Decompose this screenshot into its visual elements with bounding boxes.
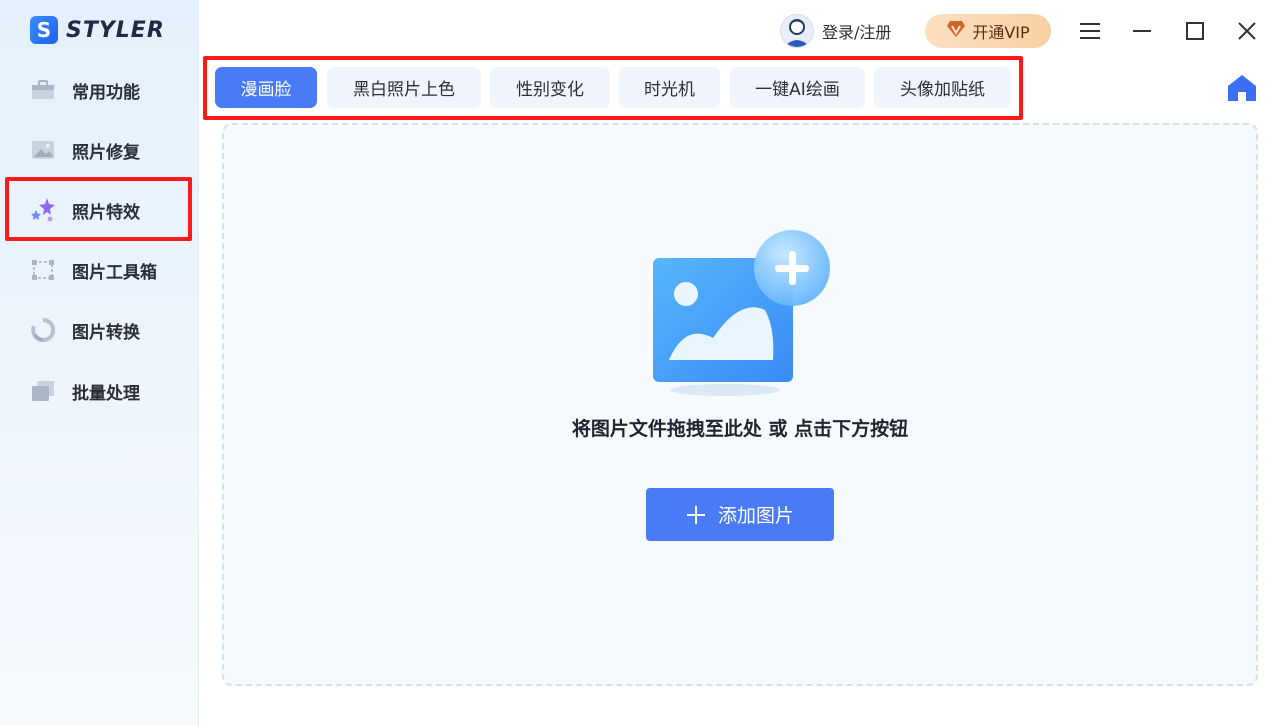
- app-logo: S STYLER: [30, 15, 165, 45]
- image-drop-zone[interactable]: [222, 123, 1258, 686]
- sidebar-item-label: 批量处理: [72, 383, 140, 404]
- maximize-icon: [1186, 22, 1204, 40]
- photo-repair-icon: [30, 138, 56, 162]
- plus-icon: [686, 505, 705, 524]
- drop-hint-text: 将图片文件拖拽至此处 或 点击下方按钮: [571, 418, 909, 440]
- hamburger-menu-icon: [1080, 23, 1100, 39]
- sidebar-item-photo-repair[interactable]: 照片修复: [30, 130, 190, 170]
- tab-cartoon-face[interactable]: 漫画脸: [215, 67, 317, 108]
- tab-avatar-sticker[interactable]: 头像加贴纸: [874, 67, 1011, 108]
- sidebar-item-image-toolbox[interactable]: 图片工具箱: [30, 250, 190, 290]
- toolbox-icon: [30, 78, 56, 102]
- minimize-button[interactable]: [1127, 16, 1157, 46]
- add-image-button[interactable]: 添加图片: [646, 488, 834, 541]
- vip-button[interactable]: 开通VIP: [925, 14, 1051, 48]
- tab-time-machine[interactable]: 时光机: [619, 67, 720, 108]
- tab-colorize-bw[interactable]: 黑白照片上色: [327, 67, 481, 108]
- vip-label: 开通VIP: [972, 23, 1030, 42]
- convert-circle-icon: [30, 318, 56, 342]
- active-item-highlight: [5, 177, 192, 241]
- sidebar-item-common[interactable]: 常用功能: [30, 70, 190, 110]
- logo-badge-icon: S: [30, 16, 58, 44]
- add-image-label: 添加图片: [717, 505, 794, 527]
- maximize-button[interactable]: [1180, 16, 1210, 46]
- tab-ai-painting[interactable]: 一键AI绘画: [730, 67, 865, 108]
- sidebar-item-label: 常用功能: [72, 82, 140, 103]
- sidebar-item-label: 图片转换: [72, 322, 140, 343]
- sidebar-item-label: 照片修复: [72, 142, 140, 163]
- sidebar-item-image-convert[interactable]: 图片转换: [30, 310, 190, 350]
- sidebar: S STYLER 常用功能 照片修复 照片特效 图片工具箱 图片转换 批量处理: [0, 0, 199, 725]
- batch-layers-icon: [30, 379, 56, 403]
- user-avatar-icon: [780, 14, 814, 48]
- close-icon: [1238, 22, 1256, 40]
- sidebar-item-batch[interactable]: 批量处理: [30, 371, 190, 411]
- home-button[interactable]: [1226, 73, 1258, 103]
- login-label: 登录/注册: [822, 23, 892, 42]
- tab-gender-swap[interactable]: 性别变化: [490, 67, 610, 108]
- menu-button[interactable]: [1075, 16, 1105, 46]
- logo-text: STYLER: [66, 17, 165, 43]
- crop-frame-icon: [30, 258, 56, 282]
- home-icon: [1228, 75, 1256, 101]
- close-button[interactable]: [1232, 16, 1262, 46]
- diamond-icon: [946, 20, 966, 42]
- sidebar-item-label: 图片工具箱: [72, 262, 157, 283]
- login-register-button[interactable]: 登录/注册: [780, 13, 891, 49]
- minimize-icon: [1133, 30, 1151, 32]
- add-image-illustration-icon: [653, 230, 830, 396]
